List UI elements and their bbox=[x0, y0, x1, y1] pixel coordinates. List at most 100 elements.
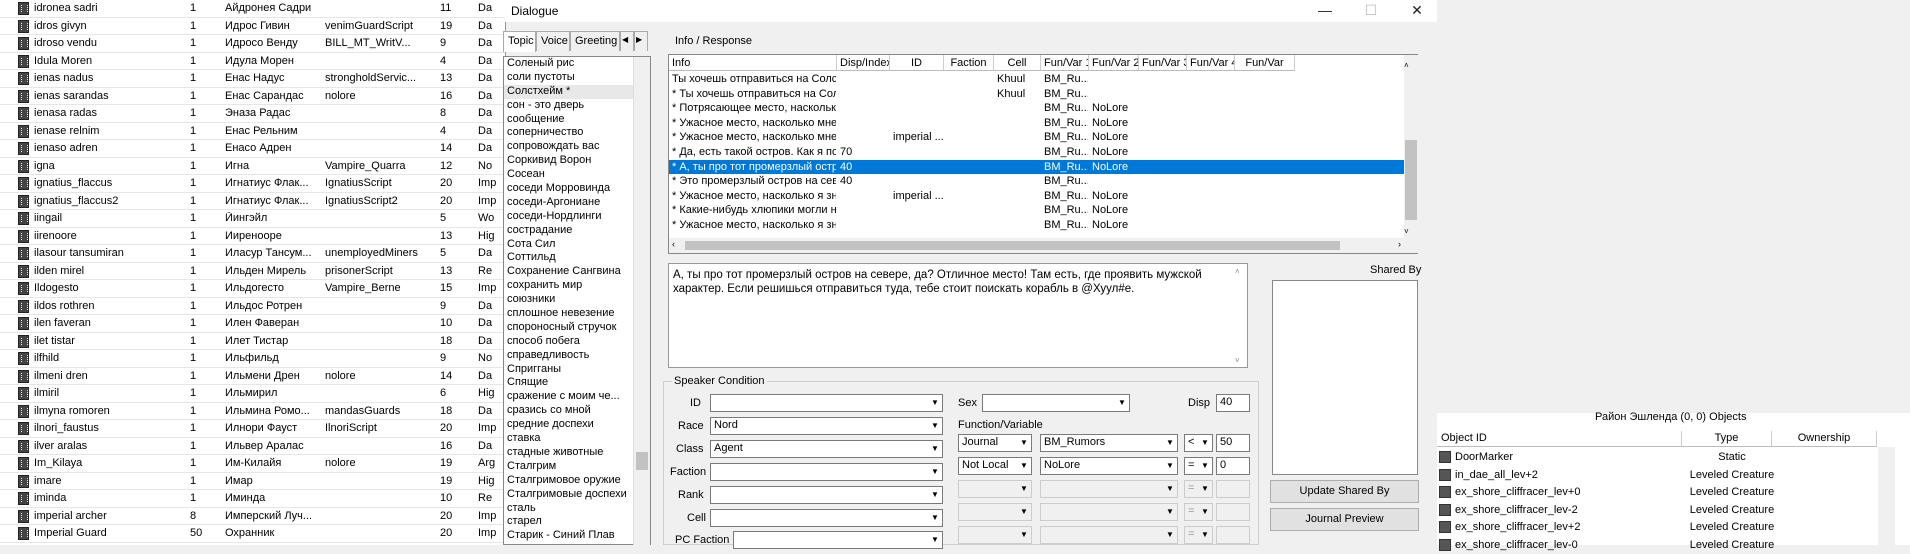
topic-item[interactable]: сообщение bbox=[504, 113, 650, 127]
col-ownership[interactable]: Ownership bbox=[1772, 431, 1877, 447]
npc-row[interactable]: imperial archer 8 Имперский Луч... 20 Im… bbox=[0, 508, 505, 525]
topic-item[interactable]: Сталгримовые доспехи bbox=[504, 488, 650, 502]
tab-greeting[interactable]: Greeting bbox=[570, 31, 620, 51]
func-var-empty-input[interactable] bbox=[1216, 480, 1250, 498]
info-grid-vscroll[interactable]: ˄ ˅ bbox=[1404, 55, 1418, 253]
tab-topic[interactable]: Topic bbox=[503, 31, 536, 52]
npc-row[interactable]: ilnori_faustus 1 Илнори Фауст IlnoriScri… bbox=[0, 420, 505, 438]
info-row[interactable]: * Ужасное место, насколько мне из... BM_R… bbox=[669, 116, 1407, 130]
func-var-empty-select[interactable]: ▼ bbox=[1040, 526, 1178, 544]
pc-faction-select[interactable]: ▼ bbox=[733, 531, 943, 549]
topic-item[interactable]: союзники bbox=[504, 293, 650, 307]
scroll-down-icon[interactable]: ˅ bbox=[1404, 227, 1409, 236]
topic-item[interactable]: сплошное невезение bbox=[504, 307, 650, 321]
scroll-left-icon[interactable]: ‹ bbox=[672, 239, 675, 249]
npc-row[interactable]: igna 1 Игна Vampire_Quarra 12 No bbox=[0, 158, 505, 175]
sex-select[interactable]: ▼ bbox=[982, 394, 1130, 412]
func-var-empty-select[interactable]: = ▼ bbox=[1184, 503, 1213, 521]
shared-by-list[interactable] bbox=[1272, 280, 1418, 475]
topic-item[interactable]: Солстхейм * bbox=[504, 84, 650, 99]
col-type[interactable]: Type bbox=[1682, 431, 1772, 447]
npc-row[interactable]: ilden mirel 1 Ильден Мирель prisonerScri… bbox=[0, 263, 505, 280]
object-row[interactable]: ex_shore_cliffracer_lev+0 Leveled Creatu… bbox=[1437, 484, 1877, 501]
func-var-empty-select[interactable]: ▼ bbox=[958, 526, 1032, 544]
info-grid[interactable]: Info Disp/Index ID Faction Cell Fun/Var 1 Fun/… bbox=[668, 54, 1418, 254]
npc-row[interactable]: iingail 1 Йингэйл 5 Wo bbox=[0, 210, 505, 228]
npc-row[interactable]: ienas nadus 1 Енас Надус strongholdServi… bbox=[0, 70, 505, 88]
func-var-empty-input[interactable] bbox=[1216, 526, 1250, 544]
npc-row[interactable]: idronea sadri 1 Айдронея Садри 11 Da bbox=[0, 0, 505, 18]
topic-item[interactable]: сон - это дверь bbox=[504, 99, 650, 113]
info-row[interactable]: * Ты хочешь отправиться на Солстх... Khuu… bbox=[669, 87, 1407, 101]
col-object-id[interactable]: Object ID bbox=[1437, 431, 1682, 447]
topic-item[interactable]: спорoносный стручок bbox=[504, 321, 650, 335]
topic-item[interactable]: Сота Сил bbox=[504, 238, 650, 252]
npc-row[interactable]: Imperial Guard 50 Охранник 20 Imp bbox=[0, 525, 505, 543]
topic-item[interactable]: ставка bbox=[504, 432, 650, 446]
object-row[interactable]: DoorMarker Static bbox=[1437, 449, 1877, 466]
npc-row[interactable]: iirenoore 1 Ииреноорe 13 Hig bbox=[0, 228, 505, 245]
response-scrollbar[interactable]: ˄ ˅ bbox=[1233, 265, 1247, 367]
topic-item[interactable]: соседи-Аргониане bbox=[504, 196, 650, 210]
func-var-empty-select[interactable]: ▼ bbox=[1040, 480, 1178, 498]
maximize-icon[interactable]: ☐ bbox=[1357, 2, 1385, 20]
disp-input[interactable]: 40 bbox=[1216, 394, 1250, 412]
topic-item[interactable]: Соркивид Ворон bbox=[504, 154, 650, 168]
rank-select[interactable]: ▼ bbox=[710, 486, 943, 504]
func-var-1-name-select[interactable]: BM_Rumors ▼ bbox=[1040, 434, 1178, 452]
npc-list[interactable]: idronea sadri 1 Айдронея Садри 11 Da idr… bbox=[0, 0, 505, 545]
response-text[interactable]: А, ты про тот промерзлый остров на север… bbox=[668, 263, 1248, 368]
func-var-1-op-select[interactable]: < ▼ bbox=[1184, 434, 1213, 452]
npc-row[interactable]: idros givyn 1 Идрос Гивин venimGuardScri… bbox=[0, 18, 505, 35]
topic-item[interactable]: соседи-Нордлинги bbox=[504, 210, 650, 224]
npc-row[interactable]: Idula Moren 1 Идула Морен 4 Da bbox=[0, 53, 505, 70]
tab-voice[interactable]: Voice bbox=[536, 31, 570, 51]
info-row[interactable]: * Ужасное место, насколько мне из... impe… bbox=[669, 130, 1407, 144]
topic-item[interactable]: Соленый рис bbox=[504, 57, 650, 71]
info-col-header[interactable]: Cell bbox=[994, 55, 1041, 71]
func-var-empty-select[interactable]: ▼ bbox=[1040, 503, 1178, 521]
npc-row[interactable]: iminda 1 Иминда 10 Re bbox=[0, 490, 505, 508]
func-var-empty-select[interactable]: ▼ bbox=[958, 503, 1032, 521]
info-col-header[interactable]: Fun/Var bbox=[1235, 55, 1295, 71]
scroll-right-icon[interactable]: › bbox=[1398, 239, 1401, 249]
topic-item[interactable]: Спригганы bbox=[504, 363, 650, 377]
npc-row[interactable]: ilmiril 1 Ильмирил 6 Hig bbox=[0, 385, 505, 403]
info-col-header[interactable]: Fun/Var 2 bbox=[1089, 55, 1139, 71]
topic-item[interactable]: Сохранение Сангвина bbox=[504, 265, 650, 279]
info-row[interactable]: * А, ты про тот промерзлый остров ... 40 B… bbox=[669, 159, 1407, 174]
info-row[interactable]: * Это промерзлый остров на севере ... 40 B… bbox=[669, 174, 1407, 188]
topic-list[interactable]: Соленый рис соли пустоты Солстхейм * сон - … bbox=[503, 56, 651, 545]
topic-item[interactable]: сражение с моим че... bbox=[504, 390, 650, 404]
npc-row[interactable]: ilver aralas 1 Ильвер Аралас 16 Da bbox=[0, 438, 505, 455]
npc-row[interactable]: ienaso adren 1 Енасо Адрен 14 Da bbox=[0, 140, 505, 158]
info-col-header[interactable]: Fun/Var 1 bbox=[1041, 55, 1089, 71]
response-scroll-up-icon[interactable]: ˄ bbox=[1235, 267, 1240, 276]
topic-item[interactable]: соперничество bbox=[504, 126, 650, 140]
func-var-2-value-input[interactable]: 0 bbox=[1216, 457, 1250, 475]
topic-item[interactable]: соли пустоты bbox=[504, 71, 650, 85]
topic-item[interactable]: соседи Морровинда bbox=[504, 182, 650, 196]
func-var-empty-input[interactable] bbox=[1216, 503, 1250, 521]
func-var-empty-select[interactable]: = ▼ bbox=[1184, 480, 1213, 498]
npc-row[interactable]: ilmeni dren 1 Ильмени Дрен nolore 14 Da bbox=[0, 368, 505, 385]
npc-row[interactable]: ilet tistar 1 Илет Тистар 18 Da bbox=[0, 333, 505, 350]
topic-item[interactable]: сопровождать вас bbox=[504, 140, 650, 154]
topic-item[interactable]: стадные животные bbox=[504, 446, 650, 460]
info-row[interactable]: * Ужасное место, насколько я знаю... BM_R… bbox=[669, 218, 1407, 232]
npc-row[interactable]: ildos rothren 1 Ильдос Ротрен 9 Da bbox=[0, 298, 505, 315]
topic-item[interactable]: сталь bbox=[504, 502, 650, 516]
topic-item[interactable]: Соттильд bbox=[504, 251, 650, 265]
info-col-header[interactable]: Faction bbox=[944, 55, 994, 71]
objects-scrollbar[interactable] bbox=[1878, 447, 1895, 545]
func-var-2-type-select[interactable]: Not Local ▼ bbox=[958, 457, 1032, 475]
npc-row[interactable]: ilen faveran 1 Илен Фаверан 10 Da bbox=[0, 315, 505, 333]
topic-item[interactable]: Сталгрим bbox=[504, 460, 650, 474]
npc-row[interactable]: Im_Kilaya 1 Им-Килайя nolore 19 Arg bbox=[0, 455, 505, 473]
func-var-2-name-select[interactable]: NoLore ▼ bbox=[1040, 457, 1178, 475]
topic-item[interactable]: Старик - Синий Плав bbox=[504, 529, 650, 543]
update-shared-by-button[interactable]: Update Shared By bbox=[1270, 480, 1419, 503]
topic-item[interactable]: старел bbox=[504, 515, 650, 529]
info-hscroll-thumb[interactable] bbox=[685, 241, 1340, 250]
func-var-1-value-input[interactable]: 50 bbox=[1216, 434, 1250, 452]
